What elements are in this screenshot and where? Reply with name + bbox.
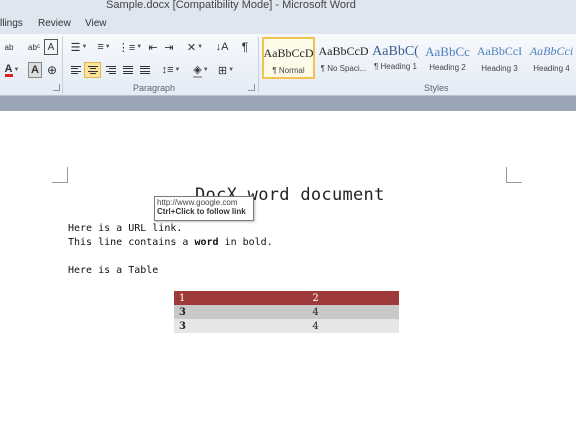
paragraph-dialog-launcher-icon[interactable] <box>248 84 255 91</box>
numbering-icon: ≡ <box>97 41 104 53</box>
justify-icon <box>122 65 133 75</box>
table-intro-line[interactable]: Here is a Table <box>68 265 158 276</box>
title-bar: Sample.docx [Compatibility Mode] - Micro… <box>0 0 576 14</box>
bold-line-start: This line contains a <box>68 237 195 248</box>
document-page[interactable]: DocX word document Here is a URL link. T… <box>0 111 576 426</box>
asian-layout-icon: ✕ <box>186 41 197 54</box>
spelling-icon[interactable]: ab <box>2 39 16 55</box>
distributed-icon <box>139 65 150 75</box>
group-separator <box>258 37 259 93</box>
style-sample: AaBbCcDc <box>263 46 314 60</box>
group-separator <box>62 37 63 93</box>
styles-gallery: AaBbCcDc ¶ Normal AaBbCcDc ¶ No Spaci...… <box>262 37 576 81</box>
table-cell[interactable]: 3 <box>174 319 201 333</box>
borders-button[interactable]: ⊞ ▼ <box>215 62 237 78</box>
show-marks-button[interactable]: ¶ <box>238 39 252 55</box>
align-right-icon <box>105 65 116 75</box>
document-table[interactable]: 1 2 3 4 3 4 <box>174 291 399 333</box>
bold-word: word <box>194 237 219 248</box>
font-color-button[interactable]: A ▼ <box>2 62 22 78</box>
line-spacing-icon: ↕≡ <box>161 64 174 76</box>
distributed-button[interactable] <box>137 62 152 78</box>
table-cell[interactable]: 4 <box>201 319 399 333</box>
enclose-char-icon[interactable]: ⊕ <box>45 62 59 78</box>
sort-button[interactable]: ↓A <box>214 39 230 55</box>
char-border-icon[interactable]: A <box>44 39 58 55</box>
ribbon: ab ab c A A ▼ A ⊕ ☰ ▼ ≡ ▼ ⋮≡ ▼ ⇤ ⇥ ✕ ▼ ↓A ¶ ↕≡… <box>0 34 576 96</box>
table-cell[interactable]: 2 <box>201 291 399 305</box>
paint-bucket-icon: ◈ <box>193 63 202 78</box>
align-right-button[interactable] <box>103 62 118 78</box>
table-cell[interactable]: 1 <box>174 291 201 305</box>
style-name: ¶ Normal <box>272 66 305 75</box>
table-cell[interactable]: 4 <box>201 305 399 319</box>
shading-button[interactable]: ◈ ▼ <box>190 62 212 78</box>
char-shading-icon[interactable]: A <box>28 62 42 78</box>
sort-icon: ↓A <box>215 41 229 53</box>
borders-icon: ⊞ <box>217 64 228 77</box>
document-area[interactable]: DocX word document Here is a URL link. T… <box>0 96 576 426</box>
style-heading-2[interactable]: AaBbCc Heading 2 <box>421 37 474 79</box>
style-sample: AaBbCcDc <box>318 44 369 58</box>
justify-button[interactable] <box>120 62 135 78</box>
table-cell[interactable]: 3 <box>174 305 201 319</box>
align-left-button[interactable] <box>68 62 83 78</box>
tooltip-url: http://www.google.com <box>157 198 238 207</box>
style-no-spacing[interactable]: AaBbCcDc ¶ No Spaci... <box>317 37 370 79</box>
tab-view[interactable]: View <box>85 18 107 29</box>
style-name: Heading 3 <box>481 64 518 73</box>
superscript-icon[interactable]: ab c <box>26 39 42 55</box>
table-row: 3 4 <box>174 319 399 333</box>
asian-layout-button[interactable]: ✕ ▼ <box>184 39 206 55</box>
bold-line-end: in bold. <box>218 237 273 248</box>
url-link-line[interactable]: Here is a URL link. <box>68 223 182 234</box>
font-dialog-launcher-icon[interactable] <box>53 84 60 91</box>
font-color-icon: A <box>4 62 13 77</box>
multilevel-list-button[interactable]: ⋮≡ ▼ <box>118 39 142 55</box>
tab-mailings[interactable]: llings <box>0 18 23 29</box>
style-name: Heading 4 <box>533 64 570 73</box>
tooltip-hint: Ctrl+Click to follow link <box>157 207 246 216</box>
hyperlink-tooltip: http://www.google.com Ctrl+Click to foll… <box>154 196 254 221</box>
style-heading-1[interactable]: AaBbC( ¶ Heading 1 <box>369 37 422 79</box>
bullets-icon: ☰ <box>70 41 81 54</box>
align-left-icon <box>70 65 81 75</box>
style-sample: AaBbC( <box>372 44 419 59</box>
tab-review[interactable]: Review <box>38 18 71 29</box>
line-spacing-button[interactable]: ↕≡ ▼ <box>160 62 182 78</box>
ribbon-tab-row: llings Review View <box>0 14 576 34</box>
decrease-indent-icon: ⇤ <box>148 41 158 54</box>
table-row: 3 4 <box>174 305 399 319</box>
window-title: Sample.docx [Compatibility Mode] - Micro… <box>106 0 356 11</box>
align-center-icon <box>87 65 98 75</box>
multilevel-list-icon: ⋮≡ <box>117 41 136 54</box>
style-name: Heading 2 <box>429 63 466 72</box>
increase-indent-button[interactable]: ⇥ <box>162 39 176 55</box>
margin-corner-mark <box>52 167 68 183</box>
align-center-button[interactable] <box>84 62 101 78</box>
table-header-row: 1 2 <box>174 291 399 305</box>
style-heading-3[interactable]: AaBbCcI Heading 3 <box>473 37 526 79</box>
styles-group-label: Styles <box>424 83 449 93</box>
paragraph-group-label: Paragraph <box>133 83 176 93</box>
pilcrow-icon: ¶ <box>241 40 249 54</box>
margin-corner-mark <box>506 167 522 183</box>
style-name: ¶ Heading 1 <box>374 62 417 71</box>
increase-indent-icon: ⇥ <box>164 41 174 54</box>
bold-line[interactable]: This line contains a word in bold. <box>68 237 273 248</box>
style-name: ¶ No Spaci... <box>320 64 367 73</box>
style-normal[interactable]: AaBbCcDc ¶ Normal <box>262 37 315 79</box>
style-sample: AaBbCci <box>529 44 574 58</box>
bullets-button[interactable]: ☰ ▼ <box>68 39 90 55</box>
numbering-button[interactable]: ≡ ▼ <box>93 39 115 55</box>
decrease-indent-button[interactable]: ⇤ <box>146 39 160 55</box>
style-sample: AaBbCc <box>425 44 470 59</box>
style-sample: AaBbCcI <box>476 44 523 58</box>
style-heading-4[interactable]: AaBbCci Heading 4 <box>525 37 576 79</box>
